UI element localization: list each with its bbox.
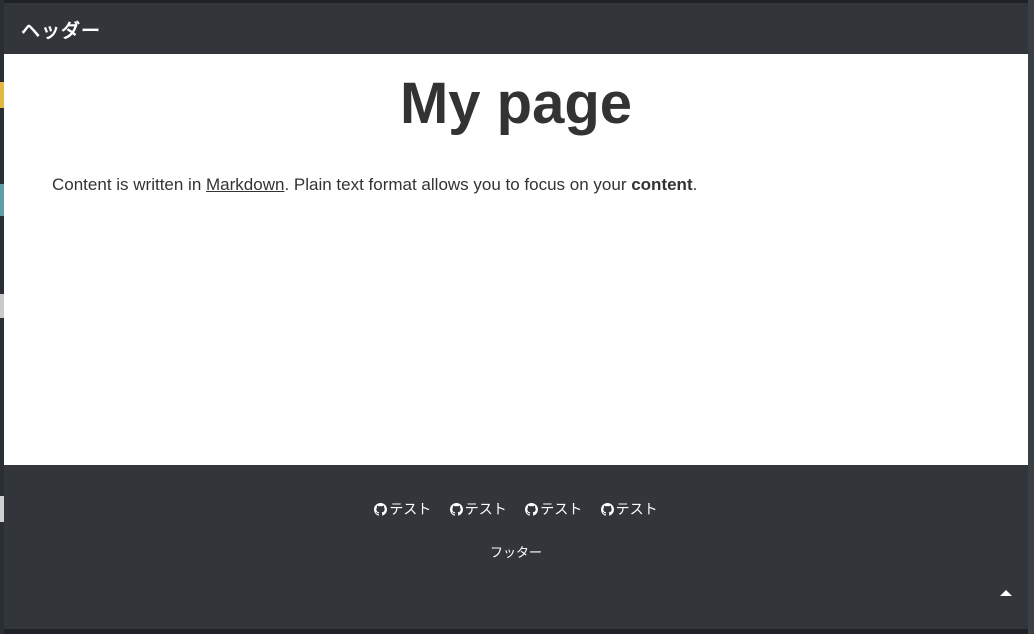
page-title: My page bbox=[399, 71, 633, 136]
triangle-up-icon bbox=[1000, 590, 1012, 596]
header-title[interactable]: ヘッダー bbox=[21, 16, 101, 43]
footer-text: フッター bbox=[489, 546, 542, 561]
site-header: ヘッダー bbox=[4, 3, 1028, 54]
paragraph-text-middle: . Plain text format allows you to focus … bbox=[284, 175, 632, 194]
footer-link-label: テスト bbox=[615, 502, 658, 518]
content-paragraph: Content is written in Markdown. Plain te… bbox=[52, 175, 697, 195]
github-icon bbox=[525, 503, 539, 516]
footer-link-4[interactable]: テスト bbox=[600, 499, 658, 519]
browser-window: ヘッダー My page Content is written in Markd… bbox=[4, 3, 1028, 629]
footer-link-1[interactable]: テスト bbox=[374, 499, 431, 519]
github-icon bbox=[374, 503, 388, 516]
scroll-to-top-button[interactable] bbox=[994, 581, 1018, 605]
github-icon bbox=[600, 503, 614, 516]
footer-links: テスト テスト テスト テスト bbox=[4, 499, 1028, 519]
paragraph-text-end: . bbox=[692, 175, 698, 194]
paragraph-bold-text: content bbox=[631, 175, 693, 194]
github-icon bbox=[449, 503, 463, 516]
footer-link-2[interactable]: テスト bbox=[449, 499, 507, 519]
footer-link-label: テスト bbox=[389, 502, 432, 518]
main-content: My page Content is written in Markdown. … bbox=[4, 54, 1028, 465]
footer-link-label: テスト bbox=[464, 502, 507, 518]
paragraph-text-start: Content is written in bbox=[52, 175, 207, 194]
markdown-link[interactable]: Markdown bbox=[206, 175, 284, 194]
site-footer: テスト テスト テスト テスト フッター bbox=[4, 465, 1028, 629]
footer-link-label: テスト bbox=[540, 502, 583, 518]
footer-link-3[interactable]: テスト bbox=[525, 499, 582, 519]
background-window-edge-right bbox=[1028, 0, 1034, 634]
